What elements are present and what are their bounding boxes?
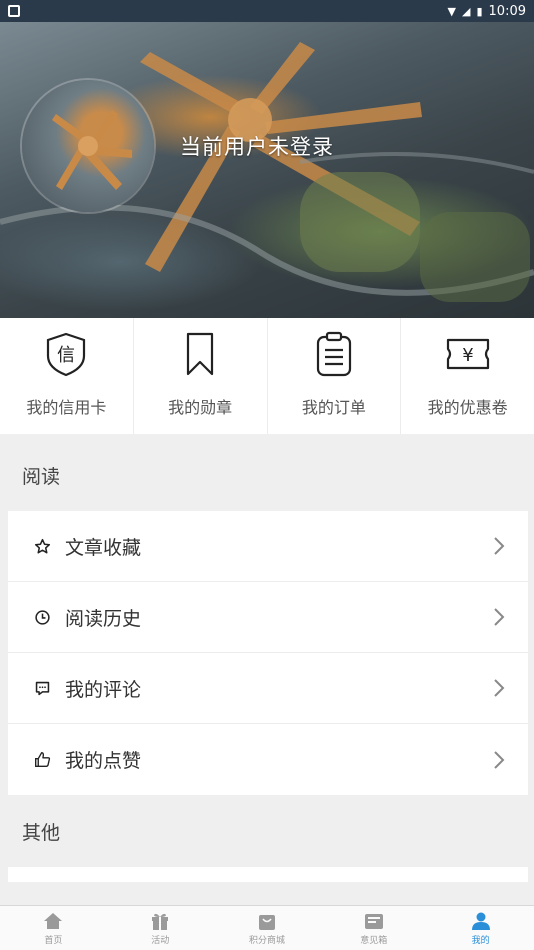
status-bar: ▼ ◢ ▮ 10:09 (0, 0, 534, 22)
quick-item-credit-card[interactable]: 信 我的信用卡 (0, 318, 134, 434)
section-title-other: 其他 (22, 822, 61, 844)
avatar[interactable] (22, 80, 154, 212)
inbox-icon (364, 914, 383, 929)
list-item-history[interactable]: 阅读历史 (8, 582, 528, 653)
nav-label: 积分商城 (248, 936, 285, 946)
list-item-label: 我的评论 (65, 678, 142, 701)
star-icon (34, 538, 51, 553)
chevron-right-icon (494, 608, 505, 626)
reading-list: 文章收藏 阅读历史 我的评论 我的点赞 (8, 511, 528, 795)
list-item-comments[interactable]: 我的评论 (8, 653, 528, 724)
clipboard-icon (316, 331, 351, 377)
list-item-likes[interactable]: 我的点赞 (8, 724, 528, 795)
bottom-nav: 首页 活动 积分商城 意见箱 我的 (0, 905, 534, 950)
credit-shield-icon: 信 (47, 332, 86, 377)
thumbs-up-icon (35, 752, 51, 767)
home-icon (44, 913, 63, 929)
quick-label: 我的订单 (301, 398, 366, 417)
nav-label: 我的 (471, 936, 490, 946)
notification-icon (8, 5, 20, 17)
section-title-reading: 阅读 (22, 466, 61, 488)
quick-item-orders[interactable]: 我的订单 (268, 318, 402, 434)
login-prompt[interactable]: 当前用户未登录 (180, 131, 334, 161)
nav-item-mine[interactable]: 我的 (427, 906, 534, 950)
chevron-right-icon (494, 679, 505, 697)
quick-label: 我的优惠卷 (427, 398, 508, 417)
chevron-right-icon (494, 750, 505, 769)
nav-label: 活动 (151, 936, 170, 946)
profile-banner: 当前用户未登录 (0, 22, 534, 318)
nav-item-points-mall[interactable]: 积分商城 (214, 906, 321, 950)
nav-label: 意见箱 (360, 936, 388, 946)
user-icon (471, 912, 490, 930)
list-item-label: 文章收藏 (65, 536, 142, 559)
quick-item-medals[interactable]: 我的勋章 (134, 318, 268, 434)
clock-icon (35, 609, 50, 625)
status-icons: ▼ ◢ ▮ 10:09 (448, 4, 526, 19)
nav-item-home[interactable]: 首页 (0, 906, 107, 950)
quick-label: 我的信用卡 (26, 398, 107, 417)
signal-icon: ◢ (462, 4, 471, 18)
chevron-right-icon (494, 537, 505, 555)
list-item-label: 阅读历史 (65, 607, 142, 630)
coupon-glyph: ¥ (462, 345, 473, 366)
other-list (8, 867, 528, 882)
battery-icon: ▮ (476, 4, 483, 18)
avatar-image (52, 110, 132, 190)
wifi-icon: ▼ (447, 4, 456, 18)
nav-item-feedback[interactable]: 意见箱 (320, 906, 427, 950)
nav-label: 首页 (44, 936, 63, 946)
quick-actions: 信 我的信用卡 我的勋章 我的订单 ¥ 我的优惠卷 (0, 318, 534, 434)
coupon-yen-icon: ¥ (446, 338, 489, 370)
bookmark-icon (187, 332, 214, 376)
list-item-label: 我的点赞 (65, 750, 142, 772)
credit-glyph: 信 (57, 345, 75, 366)
quick-item-coupons[interactable]: ¥ 我的优惠卷 (401, 318, 534, 434)
nav-item-activity[interactable]: 活动 (107, 906, 214, 950)
quick-label: 我的勋章 (168, 398, 233, 417)
status-time: 10:09 (488, 3, 526, 19)
comment-icon (35, 681, 50, 695)
shopping-bag-icon (258, 915, 275, 930)
list-item-favorites[interactable]: 文章收藏 (8, 511, 528, 582)
gift-icon (152, 913, 169, 930)
